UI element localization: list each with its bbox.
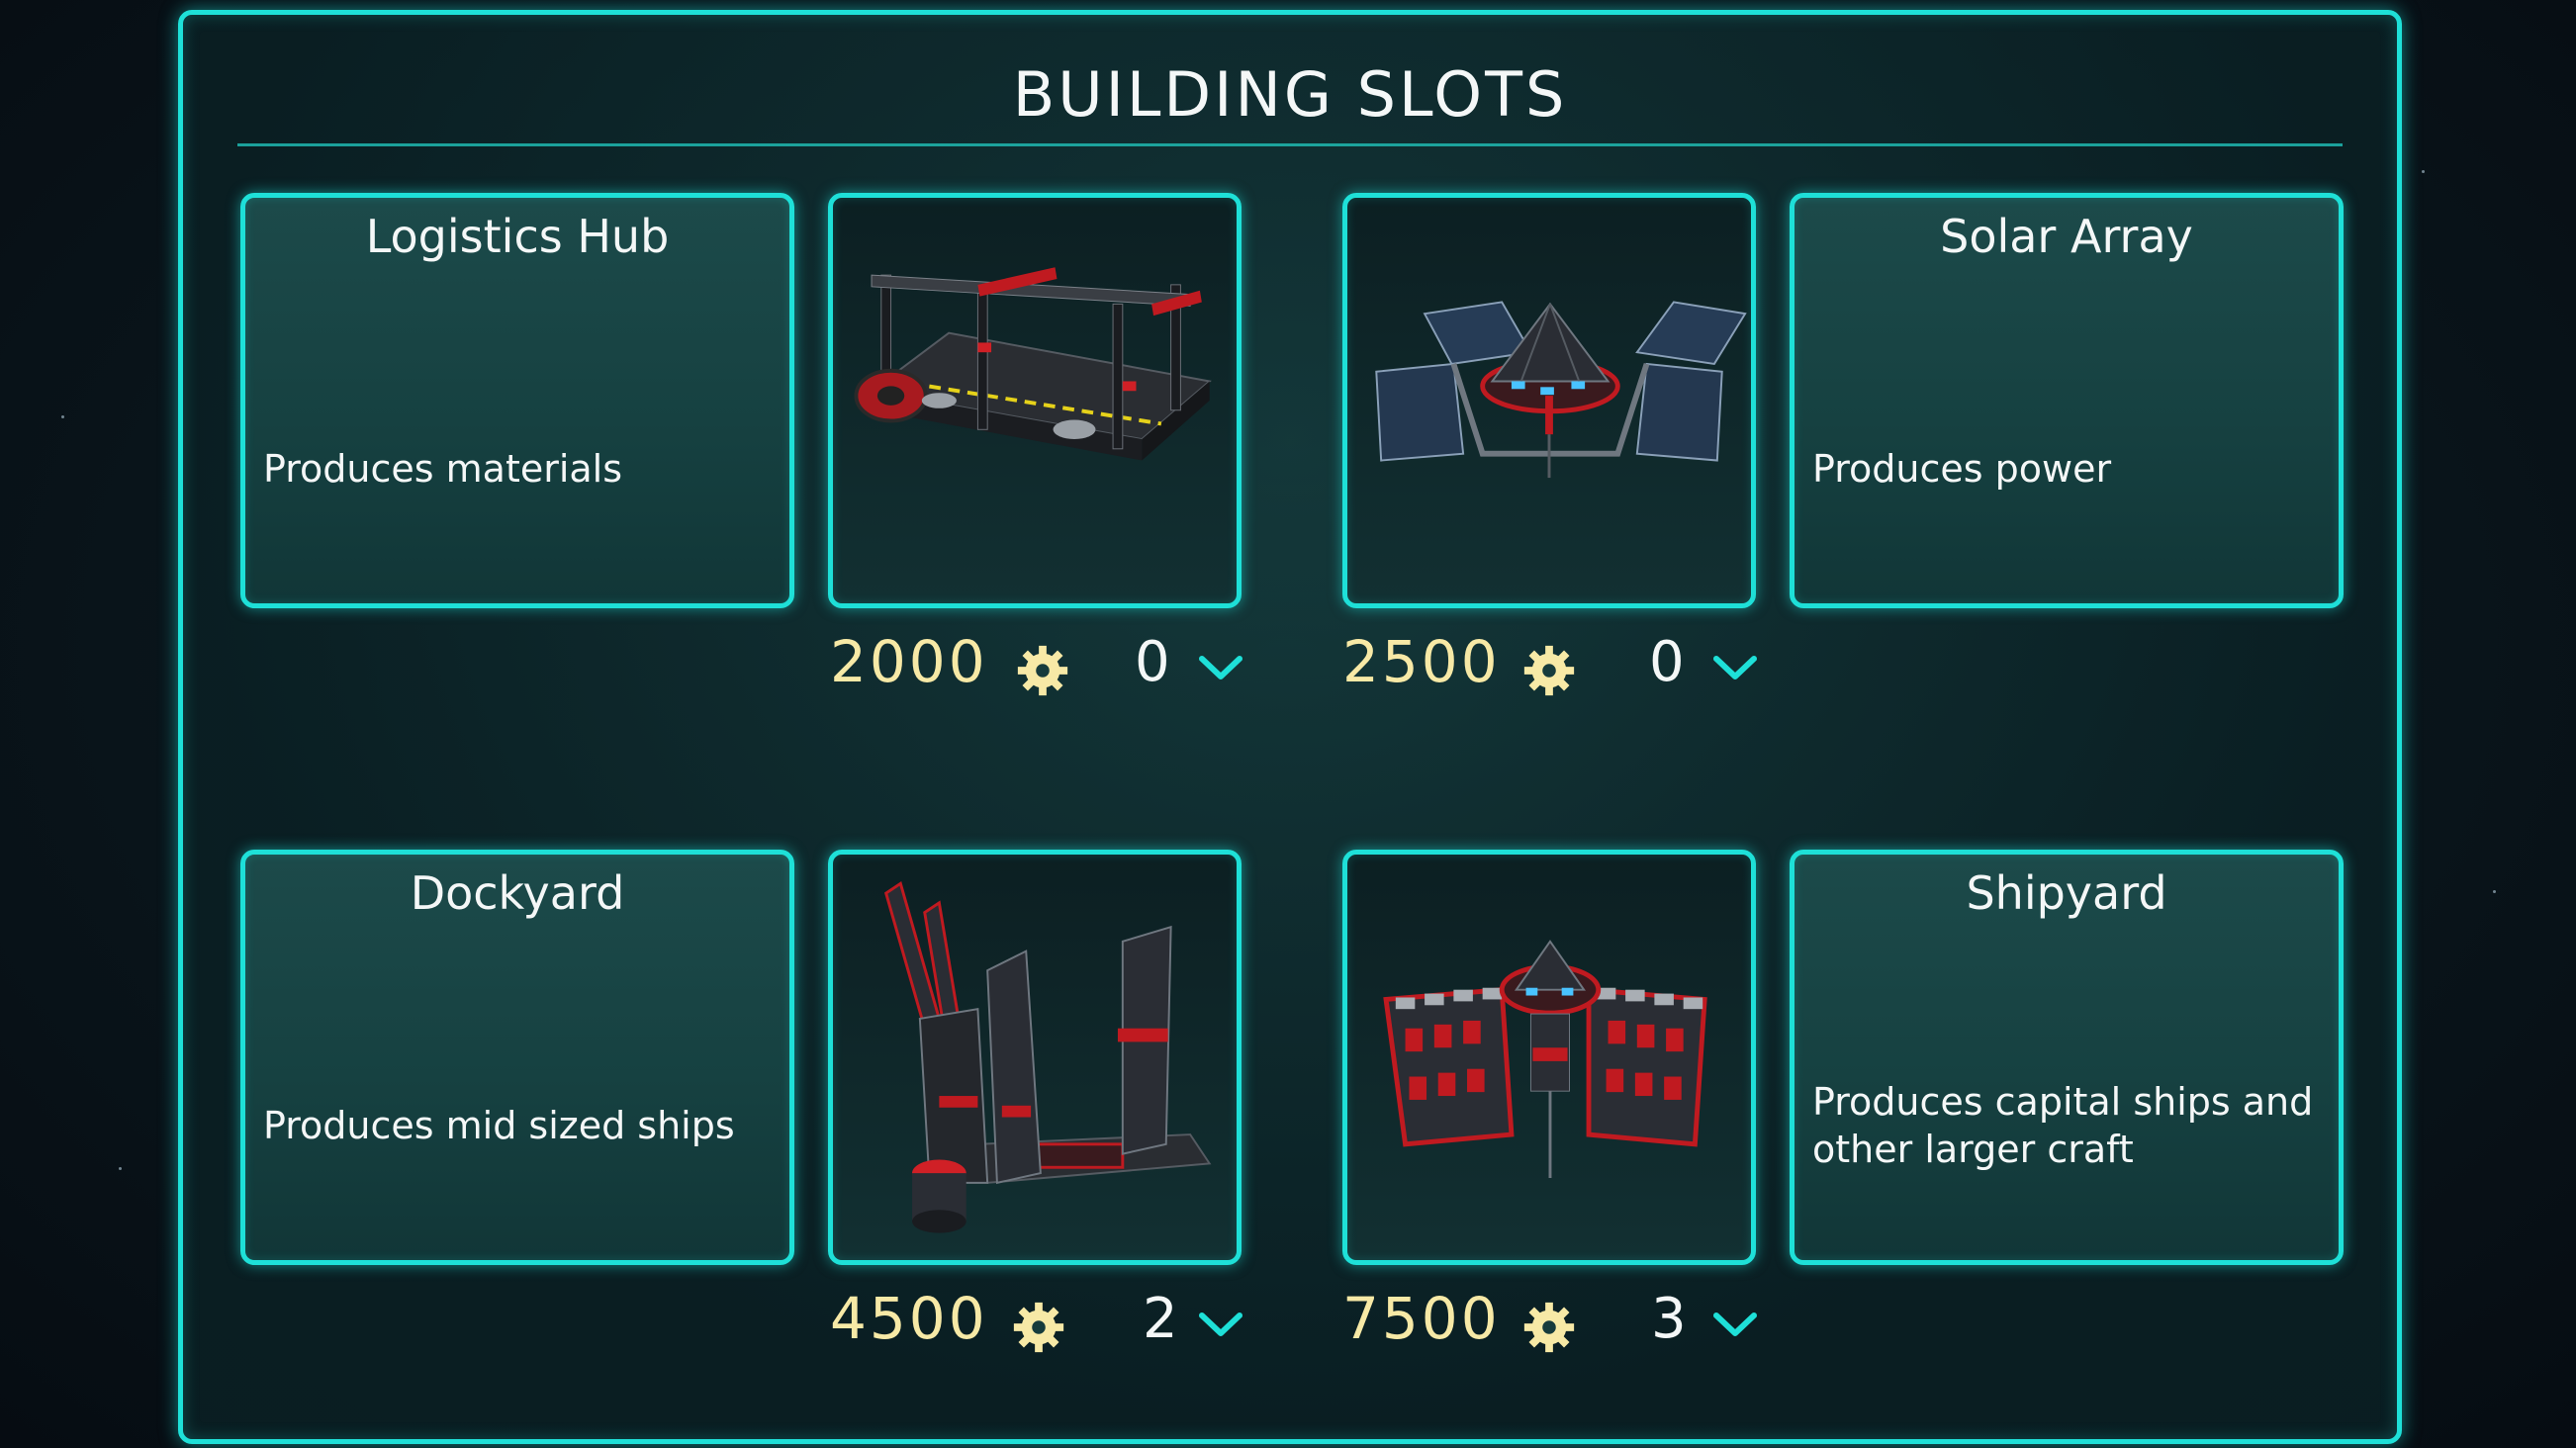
slot-logistics-hub-count: 0 bbox=[1135, 630, 1170, 694]
gear-icon bbox=[1013, 1302, 1064, 1353]
title-divider bbox=[237, 143, 2343, 146]
background-star bbox=[2493, 890, 2496, 893]
slot-dockyard-title: Dockyard bbox=[410, 866, 625, 920]
slot-logistics-hub-image-card[interactable] bbox=[828, 193, 1242, 608]
slot-dockyard-info-card[interactable]: Dockyard Produces mid sized ships bbox=[240, 850, 794, 1265]
slot-logistics-hub-title: Logistics Hub bbox=[365, 210, 670, 263]
building-slots-panel: BUILDING SLOTS Logistics Hub Produces ma… bbox=[178, 10, 2402, 1444]
slot-shipyard-image-card[interactable] bbox=[1342, 850, 1756, 1265]
logistics-hub-building-image bbox=[854, 267, 1212, 461]
gear-icon bbox=[1523, 645, 1575, 696]
slot-dockyard-description: Produces mid sized ships bbox=[263, 1104, 735, 1147]
background-star bbox=[119, 1167, 122, 1170]
slot-shipyard-title: Shipyard bbox=[1966, 866, 2167, 920]
panel-title: BUILDING SLOTS bbox=[1012, 58, 1568, 131]
shipyard-building-image bbox=[1383, 940, 1707, 1179]
background-star bbox=[61, 415, 64, 418]
dockyard-building-image bbox=[883, 880, 1212, 1233]
slot-shipyard-count: 3 bbox=[1651, 1287, 1687, 1351]
slot-dockyard-cost: 4500 bbox=[830, 1285, 988, 1352]
background-star bbox=[2422, 170, 2425, 173]
slot-dockyard-image-card[interactable] bbox=[828, 850, 1242, 1265]
slot-solar-array-cost: 2500 bbox=[1342, 628, 1501, 695]
slot-solar-array-description: Produces power bbox=[1812, 447, 2112, 491]
slot-solar-array-info-card[interactable]: Solar Array Produces power bbox=[1790, 193, 2344, 608]
slot-dockyard-count: 2 bbox=[1143, 1287, 1178, 1351]
slot-logistics-hub-cost: 2000 bbox=[830, 628, 988, 695]
slot-shipyard-info-card[interactable]: Shipyard Produces capital ships and othe… bbox=[1790, 850, 2344, 1265]
slot-logistics-hub-info-card[interactable]: Logistics Hub Produces materials bbox=[240, 193, 794, 608]
chevron-down-icon[interactable] bbox=[1712, 1310, 1758, 1339]
chevron-down-icon[interactable] bbox=[1712, 653, 1758, 682]
chevron-down-icon[interactable] bbox=[1198, 1310, 1243, 1339]
slot-solar-array-count: 0 bbox=[1649, 630, 1685, 694]
chevron-down-icon[interactable] bbox=[1198, 653, 1243, 682]
gear-icon bbox=[1523, 1302, 1575, 1353]
solar-array-building-image bbox=[1375, 301, 1747, 479]
slot-solar-array-image-card[interactable] bbox=[1342, 193, 1756, 608]
slot-shipyard-cost: 7500 bbox=[1342, 1285, 1501, 1352]
gear-icon bbox=[1017, 645, 1068, 696]
slot-logistics-hub-description: Produces materials bbox=[263, 447, 623, 491]
slot-shipyard-description: Produces capital ships and other larger … bbox=[1812, 1080, 2314, 1171]
slot-solar-array-title: Solar Array bbox=[1940, 210, 2193, 263]
